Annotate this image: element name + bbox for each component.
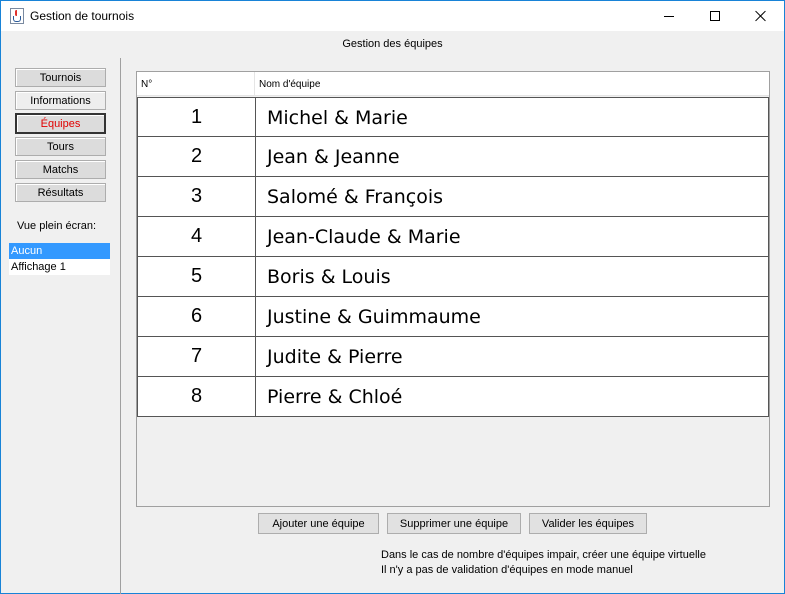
title-bar[interactable]: Gestion de tournois (1, 1, 784, 31)
team-number-cell: 4 (138, 217, 256, 256)
java-icon (10, 8, 24, 24)
team-name-cell: Boris & Louis (267, 265, 391, 288)
nav-tournois-button[interactable]: Tournois (15, 68, 106, 87)
minimize-button[interactable] (646, 1, 692, 31)
split-divider[interactable] (120, 58, 121, 594)
table-row[interactable]: 3 Salomé & François (137, 177, 769, 217)
table-body: 1 Michel & Marie 2 Jean & Jeanne 3 Salom… (137, 97, 769, 417)
nav-tours-button[interactable]: Tours (15, 137, 106, 156)
column-header-number[interactable]: N° (137, 72, 255, 96)
delete-team-button[interactable]: Supprimer une équipe (387, 513, 521, 534)
fullscreen-list[interactable]: Aucun Affichage 1 (9, 243, 110, 275)
nav-informations-button[interactable]: Informations (15, 91, 106, 110)
team-number-cell: 5 (138, 257, 256, 296)
table-row[interactable]: 5 Boris & Louis (137, 257, 769, 297)
column-header-team-name[interactable]: Nom d'équipe (255, 72, 769, 96)
nav-matchs-button[interactable]: Matchs (15, 160, 106, 179)
add-team-button[interactable]: Ajouter une équipe (258, 513, 379, 534)
fullscreen-option-affichage-1[interactable]: Affichage 1 (9, 259, 110, 275)
nav-equipes-button[interactable]: Équipes (15, 113, 106, 134)
close-icon (755, 10, 767, 22)
app-window: Gestion de tournois Gestion des équipes … (0, 0, 785, 594)
table-row[interactable]: 4 Jean-Claude & Marie (137, 217, 769, 257)
page-title: Gestion des équipes (342, 38, 443, 50)
table-row[interactable]: 2 Jean & Jeanne (137, 137, 769, 177)
table-row[interactable]: 6 Justine & Guimmaume (137, 297, 769, 337)
maximize-icon (710, 11, 720, 21)
team-name-cell: Salomé & François (267, 185, 443, 208)
teams-table[interactable]: N° Nom d'équipe 1 Michel & Marie 2 Jean … (136, 71, 770, 507)
team-name-cell: Judite & Pierre (267, 345, 403, 368)
table-row[interactable]: 7 Judite & Pierre (137, 337, 769, 377)
team-number-cell: 2 (138, 137, 256, 176)
table-header: N° Nom d'équipe (137, 72, 769, 96)
table-row[interactable]: 8 Pierre & Chloé (137, 377, 769, 417)
team-number-cell: 3 (138, 177, 256, 216)
window-title: Gestion de tournois (30, 9, 135, 23)
table-row[interactable]: 1 Michel & Marie (137, 97, 769, 137)
team-number-cell: 7 (138, 337, 256, 376)
team-number-cell: 1 (138, 98, 256, 137)
team-number-cell: 6 (138, 297, 256, 336)
team-name-cell: Pierre & Chloé (267, 385, 403, 408)
team-name-cell: Michel & Marie (267, 106, 408, 129)
close-button[interactable] (738, 1, 784, 31)
odd-teams-note: Dans le cas de nombre d'équipes impair, … (381, 549, 706, 561)
minimize-icon (664, 15, 674, 17)
nav-resultats-button[interactable]: Résultats (15, 183, 106, 202)
team-name-cell: Jean-Claude & Marie (267, 225, 461, 248)
fullscreen-label: Vue plein écran: (17, 220, 97, 232)
fullscreen-option-aucun[interactable]: Aucun (9, 243, 110, 259)
maximize-button[interactable] (692, 1, 738, 31)
team-name-cell: Justine & Guimmaume (267, 305, 481, 328)
manual-mode-note: Il n'y a pas de validation d'équipes en … (381, 564, 633, 576)
team-name-cell: Jean & Jeanne (267, 145, 400, 168)
validate-teams-button[interactable]: Valider les équipes (529, 513, 647, 534)
team-number-cell: 8 (138, 377, 256, 416)
